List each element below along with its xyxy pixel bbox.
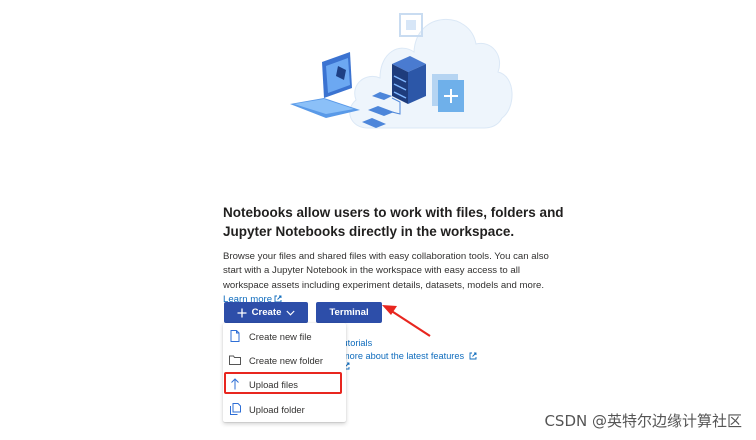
description-text: Browse your files and shared files with … — [223, 251, 549, 291]
menu-item-upload-folder[interactable]: Upload folder — [223, 397, 346, 421]
file-icon — [229, 329, 241, 343]
annotation-highlight-box — [224, 372, 342, 394]
menu-item-create-new-folder[interactable]: Create new folder — [223, 348, 346, 372]
menu-item-create-new-file[interactable]: Create new file — [223, 324, 346, 348]
menu-item-label: Create new folder — [249, 354, 323, 366]
annotation-arrow — [382, 305, 431, 337]
page-heading: Notebooks allow users to work with files… — [223, 205, 564, 239]
laptop-icon — [290, 52, 360, 118]
page-description: Browse your files and shared files with … — [223, 250, 563, 307]
workspace-illustration — [290, 13, 513, 129]
folder-icon — [229, 353, 241, 367]
server-icon — [392, 56, 426, 104]
latest-features-label: more about the latest features — [342, 351, 465, 361]
plus-icon — [237, 308, 247, 317]
menu-item-label: Create new file — [249, 330, 312, 342]
terminal-button-label: Terminal — [329, 307, 369, 318]
chip-icon — [399, 13, 423, 37]
latest-features-link[interactable]: more about the latest features — [342, 351, 477, 361]
chevron-down-icon — [286, 310, 296, 316]
create-button[interactable]: Create — [224, 302, 308, 323]
menu-item-label: Upload folder — [249, 403, 305, 415]
watermark-text: CSDN @英特尔边缘计算社区 — [544, 412, 742, 430]
terminal-button[interactable]: Terminal — [316, 302, 382, 323]
copy-folder-icon — [229, 402, 241, 416]
create-button-label: Create — [251, 307, 282, 318]
external-link-icon — [469, 352, 477, 360]
